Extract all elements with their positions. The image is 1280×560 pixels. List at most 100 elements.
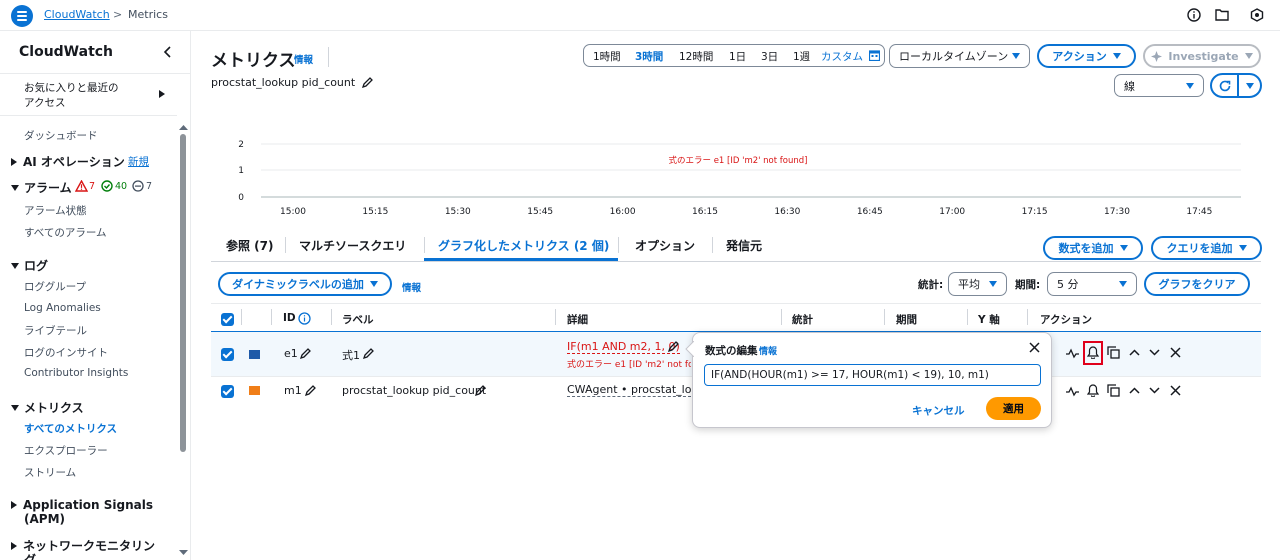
row-expression[interactable]: IF(m1 AND m2, 1, 0) [567, 340, 680, 354]
clear-graph-button[interactable]: グラフをクリア [1144, 272, 1250, 296]
sidebar-item-all-alarms[interactable]: すべてのアラーム [24, 225, 107, 240]
timezone-select[interactable]: ローカルタイムゾーン [889, 44, 1030, 68]
breadcrumb-cloudwatch[interactable]: CloudWatch [44, 8, 110, 21]
sidebar-item-contributor-insights[interactable]: Contributor Insights [24, 367, 128, 379]
column-header-y-axis: Y 軸 [978, 314, 1000, 326]
cancel-button[interactable]: キャンセル [912, 403, 965, 418]
expand-favorites-icon[interactable] [159, 90, 165, 98]
select-all-checkbox[interactable] [221, 313, 234, 326]
info-link[interactable]: 情報 [402, 280, 421, 294]
sidebar-section-app-signals[interactable]: Application Signals [11, 498, 153, 512]
sidebar-item-all-metrics[interactable]: すべてのメトリクス [24, 421, 117, 436]
info-icon[interactable] [1187, 8, 1201, 22]
tab-browse[interactable]: 参照 (7) [226, 237, 274, 254]
time-custom[interactable]: カスタム [821, 49, 863, 64]
sidebar-item-alarm-state[interactable]: アラーム状態 [24, 203, 87, 218]
move-up-icon[interactable] [1129, 349, 1140, 356]
graph-icon[interactable] [1066, 347, 1079, 359]
breadcrumb-metrics: Metrics [128, 8, 168, 21]
edit-icon[interactable] [667, 341, 679, 353]
duplicate-icon[interactable] [1107, 346, 1120, 359]
scroll-down-icon[interactable] [179, 550, 188, 556]
apply-button[interactable]: 適用 [986, 397, 1041, 420]
tab-options[interactable]: オプション [635, 237, 695, 254]
close-icon[interactable] [1029, 342, 1040, 353]
menu-icon[interactable] [11, 5, 33, 27]
refresh-icon[interactable] [1218, 79, 1232, 93]
sidebar-item-explorer[interactable]: エクスプローラー [24, 443, 108, 458]
info-link[interactable]: 情報 [759, 344, 777, 357]
sidebar-section-metrics[interactable]: メトリクス [11, 399, 84, 416]
sidebar-item-log-insights[interactable]: ログのインサイト [24, 345, 108, 360]
remove-icon[interactable] [1170, 385, 1181, 396]
alarm-bell-icon[interactable] [1087, 346, 1099, 359]
remove-icon[interactable] [1170, 347, 1181, 358]
x-tick-label: 15:45 [527, 207, 553, 217]
row-metric-details[interactable]: CWAgent • procstat_looku [567, 383, 691, 397]
investigate-button[interactable]: Investigate [1143, 44, 1261, 68]
add-query-button[interactable]: クエリを追加 [1151, 236, 1262, 260]
time-12h[interactable]: 12時間 [679, 49, 713, 64]
sidebar-section-network-line2[interactable]: グ [24, 551, 36, 560]
sidebar-item-dashboard[interactable]: ダッシュボード [24, 128, 98, 143]
period-select[interactable]: 5 分 [1047, 272, 1137, 296]
row-id[interactable]: e1 [284, 347, 298, 360]
sidebar-scrollbar[interactable] [180, 134, 186, 452]
time-1d[interactable]: 1日 [729, 49, 746, 64]
series-color-swatch[interactable] [249, 386, 260, 395]
new-badge[interactable]: 新規 [128, 154, 149, 169]
time-3d[interactable]: 3日 [761, 49, 778, 64]
stat-select[interactable]: 平均 [948, 272, 1007, 296]
edit-icon[interactable] [362, 348, 374, 360]
tab-source[interactable]: 発信元 [726, 237, 762, 254]
sidebar-item-live-tail[interactable]: ライブテール [24, 323, 87, 338]
collapse-sidebar-icon[interactable] [163, 46, 172, 58]
time-1h[interactable]: 1時間 [593, 49, 621, 64]
sidebar-section-ai-ops[interactable]: AI オペレーション [11, 153, 125, 170]
row-checkbox[interactable] [221, 348, 234, 361]
sidebar-section-logs[interactable]: ログ [11, 257, 48, 274]
time-1w[interactable]: 1週 [793, 49, 810, 64]
add-dynamic-label-button[interactable]: ダイナミックラベルの追加 [218, 272, 392, 296]
graph-type-select[interactable]: 線 [1114, 74, 1204, 97]
edit-icon[interactable] [299, 348, 311, 360]
ok-count[interactable]: 40 [115, 181, 127, 192]
edit-graph-name-icon[interactable] [361, 77, 373, 89]
row-id[interactable]: m1 [284, 384, 302, 397]
scroll-up-icon[interactable] [179, 124, 188, 130]
edit-icon[interactable] [304, 385, 316, 397]
graph-icon[interactable] [1066, 385, 1079, 397]
row-label[interactable]: procstat_lookup pid_count [342, 384, 486, 397]
settings-icon[interactable] [1250, 8, 1264, 22]
alarm-bell-icon[interactable] [1087, 384, 1099, 397]
sidebar-item-log-anomalies[interactable]: Log Anomalies [24, 302, 101, 314]
folder-icon[interactable] [1215, 8, 1229, 21]
info-link[interactable]: 情報 [294, 52, 313, 66]
refresh-options-icon[interactable] [1246, 83, 1254, 89]
alarm-count[interactable]: 7 [89, 181, 95, 192]
math-expression-input[interactable]: IF(AND(HOUR(m1) >= 17, HOUR(m1) < 19), 1… [704, 364, 1041, 386]
move-down-icon[interactable] [1149, 387, 1160, 394]
sidebar-favorites-line2[interactable]: アクセス [24, 95, 65, 110]
time-3h[interactable]: 3時間 [635, 49, 663, 64]
actions-button[interactable]: アクション [1037, 44, 1136, 68]
calendar-icon[interactable] [869, 50, 880, 61]
move-down-icon[interactable] [1149, 349, 1160, 356]
series-color-swatch[interactable] [249, 350, 260, 359]
sidebar-item-log-groups[interactable]: ロググループ [24, 279, 86, 294]
page-title: メトリクス [211, 51, 296, 71]
duplicate-icon[interactable] [1107, 384, 1120, 397]
insufficient-count[interactable]: 7 [146, 181, 152, 192]
tab-multi-source-query[interactable]: マルチソースクエリ [299, 237, 406, 254]
add-math-button[interactable]: 数式を追加 [1043, 236, 1143, 260]
edit-icon[interactable] [474, 385, 486, 397]
row-checkbox[interactable] [221, 385, 234, 398]
row-label[interactable]: 式1 [342, 347, 360, 363]
sidebar-section-app-signals-line2[interactable]: (APM) [24, 512, 65, 526]
sidebar-section-alarms[interactable]: アラーム [11, 179, 72, 196]
sidebar-favorites-line1[interactable]: お気に入りと最近の [24, 80, 119, 95]
info-icon[interactable] [298, 312, 311, 325]
sidebar-item-streams[interactable]: ストリーム [24, 465, 76, 480]
move-up-icon[interactable] [1129, 387, 1140, 394]
tab-graphed-metrics[interactable]: グラフ化したメトリクス (2 個) [438, 237, 609, 254]
